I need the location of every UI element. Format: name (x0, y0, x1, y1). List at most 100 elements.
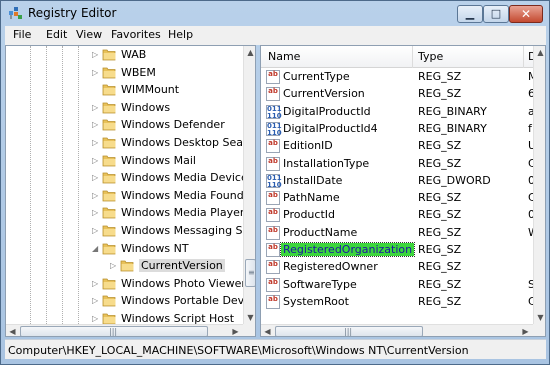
expand-arrow-icon[interactable]: ▷ (92, 226, 98, 235)
menu-help[interactable]: Help (168, 28, 193, 41)
tree-item[interactable]: ▷ Windows Media Foundation (6, 188, 255, 205)
tree-item[interactable]: ▷ CurrentVersion (6, 258, 244, 275)
scroll-down-arrow-icon[interactable]: ▼ (534, 311, 545, 324)
value-row[interactable]: 011 110 DigitalProductId4 REG_BINARY f (261, 121, 534, 138)
tree-item-label: Windows Messaging Subsystem (121, 224, 255, 237)
expand-arrow-icon[interactable]: ▷ (92, 156, 98, 165)
menu-edit[interactable]: Edit (46, 28, 67, 41)
tree-item[interactable]: ▷ Windows Messaging Subsystem (6, 223, 255, 240)
tree-item-label: Windows NT (121, 241, 189, 255)
key-tree-pane[interactable]: ▷ WAB ▷ WBEM WIMMount ▷ Windows ▷ Windows Defend… (5, 45, 256, 337)
value-row[interactable]: 011 110 DigitalProductId REG_BINARY a (261, 104, 535, 121)
expand-arrow-icon[interactable]: ▷ (92, 120, 98, 129)
value-data: f (528, 121, 532, 135)
tree-horizontal-scrollbar[interactable]: ◀ ||| ▶ (6, 324, 243, 336)
value-name: CurrentType (283, 70, 350, 83)
value-row[interactable]: ab SoftwareType REG_SZ S (261, 277, 535, 294)
tree-item[interactable]: ▷ Windows Desktop Search (6, 135, 255, 152)
tree-vertical-scroll-thumb[interactable]: ≡ (245, 259, 255, 287)
tree-item[interactable]: ▷ WAB (6, 47, 244, 64)
tree-item[interactable]: WIMMount (6, 82, 244, 99)
value-row[interactable]: ab RegisteredOrganization REG_SZ (261, 242, 534, 259)
tree-item[interactable]: ▷ Windows Media Device Manager (6, 170, 255, 187)
expand-arrow-icon[interactable]: ▷ (92, 173, 98, 182)
expand-arrow-icon[interactable]: ▷ (92, 68, 98, 77)
expand-arrow-icon[interactable]: ▷ (92, 296, 98, 305)
tree-item[interactable]: ▷ Windows Mail (6, 153, 244, 170)
open-folder-icon (102, 243, 116, 254)
expand-arrow-icon[interactable]: ▷ (92, 314, 98, 323)
folder-icon (102, 49, 116, 61)
tree-item[interactable]: ▷ Windows Defender (6, 117, 244, 134)
scroll-left-arrow-icon[interactable]: ◀ (261, 325, 274, 336)
collapse-arrow-icon[interactable]: ◢ (92, 244, 98, 253)
value-row[interactable]: ab SystemRoot REG_SZ C (261, 294, 536, 311)
tree-item[interactable]: ▷ Windows Media Player NSS (6, 205, 255, 222)
expand-arrow-icon[interactable]: ▷ (92, 138, 98, 147)
value-row[interactable]: abEditionIDREG_SZU (261, 138, 536, 155)
menu-favorites[interactable]: Favorites (111, 28, 161, 41)
expand-arrow-icon[interactable]: ▷ (92, 191, 98, 200)
column-header-name[interactable]: Name (268, 50, 300, 63)
menu-bar: File Edit View Favorites Help (5, 26, 546, 45)
string-value-icon: ab (266, 156, 280, 171)
value-row[interactable]: 011 110 InstallDate REG_DWORD 0 (261, 173, 535, 190)
expand-arrow-icon[interactable]: ▷ (92, 50, 98, 59)
expand-arrow-icon[interactable]: ▷ (110, 261, 116, 270)
grip-icon: ≡ (248, 268, 255, 277)
values-vertical-scrollbar[interactable]: ▲ ▼ (533, 46, 545, 324)
tree-item[interactable]: ▷ Windows Photo Viewer (6, 276, 246, 293)
minimize-button[interactable]: ▁ (457, 5, 483, 23)
expand-arrow-icon[interactable]: ▷ (92, 208, 98, 217)
tree-item[interactable]: ▷ Windows Portable Devices (6, 293, 255, 310)
value-row[interactable]: ab PathName REG_SZ C (261, 190, 536, 207)
tree-item-label: Windows (121, 100, 171, 114)
value-name: ProductId (283, 208, 335, 222)
scroll-right-arrow-icon[interactable]: ▶ (519, 325, 532, 336)
string-value-icon: ab (266, 243, 280, 257)
value-row[interactable]: ab CurrentVersion REG_SZ 6 (261, 86, 535, 103)
value-type: REG_SZ (418, 156, 462, 170)
scroll-up-arrow-icon[interactable]: ▲ (534, 46, 545, 59)
tree-item[interactable]: ▷ WBEM (6, 65, 244, 82)
string-value-icon: ab (266, 191, 280, 206)
value-row[interactable]: ab RegisteredOwner REG_SZ (261, 259, 534, 276)
scroll-left-arrow-icon[interactable]: ◀ (6, 325, 19, 336)
string-value-icon: ab (266, 70, 280, 84)
expand-arrow-icon[interactable]: ▷ (92, 279, 98, 288)
folder-icon (102, 137, 116, 149)
value-name: RegisteredOrganization (279, 242, 416, 257)
column-header-type[interactable]: Type (418, 50, 443, 63)
tree-item-label: Windows Portable Devices (121, 294, 256, 308)
folder-icon (102, 84, 116, 96)
maximize-button[interactable]: □ (483, 5, 509, 23)
title-bar[interactable]: Registry Editor ▁ □ ✕ (1, 1, 549, 25)
tree-vertical-scrollbar[interactable]: ▲ ≡ ▼ (243, 46, 255, 324)
value-row[interactable]: ab ProductId REG_SZ 0 (261, 207, 535, 224)
folder-icon (102, 119, 116, 131)
folder-icon (102, 155, 116, 166)
column-divider[interactable] (412, 46, 413, 68)
menu-file[interactable]: File (13, 28, 31, 41)
values-horizontal-scrollbar[interactable]: ◀ ||| ▶ (261, 324, 533, 336)
tree-item-label: Windows Media Foundation (121, 188, 255, 202)
close-button[interactable]: ✕ (509, 5, 543, 23)
menu-view[interactable]: View (76, 28, 102, 41)
value-row[interactable]: abProductNameREG_SZW (261, 225, 539, 242)
tree-item[interactable]: ◢ Windows NT (6, 241, 244, 258)
scroll-up-arrow-icon[interactable]: ▲ (244, 46, 255, 59)
folder-icon (102, 278, 116, 290)
value-type: REG_DWORD (418, 173, 491, 187)
value-row[interactable]: abCurrentTypeREG_SZM (261, 69, 538, 86)
tree-horizontal-scroll-thumb[interactable]: ||| (20, 326, 208, 336)
tree-item[interactable]: ▷ Windows (6, 100, 244, 117)
current-key-path: Computer\HKEY_LOCAL_MACHINE\SOFTWARE\Mic… (8, 344, 469, 357)
tree-item-label: Windows Media Player NSS (121, 206, 256, 220)
scroll-down-arrow-icon[interactable]: ▼ (244, 311, 255, 324)
value-row[interactable]: ab InstallationType REG_SZ C (261, 156, 536, 173)
expand-arrow-icon[interactable]: ▷ (92, 103, 98, 112)
values-horizontal-scroll-thumb[interactable]: ||| (275, 326, 423, 336)
scroll-right-arrow-icon[interactable]: ▶ (229, 325, 242, 336)
column-divider[interactable] (523, 46, 524, 68)
values-pane[interactable]: Name Type D abCurrentTypeREG_SZMabCurren… (260, 45, 546, 337)
